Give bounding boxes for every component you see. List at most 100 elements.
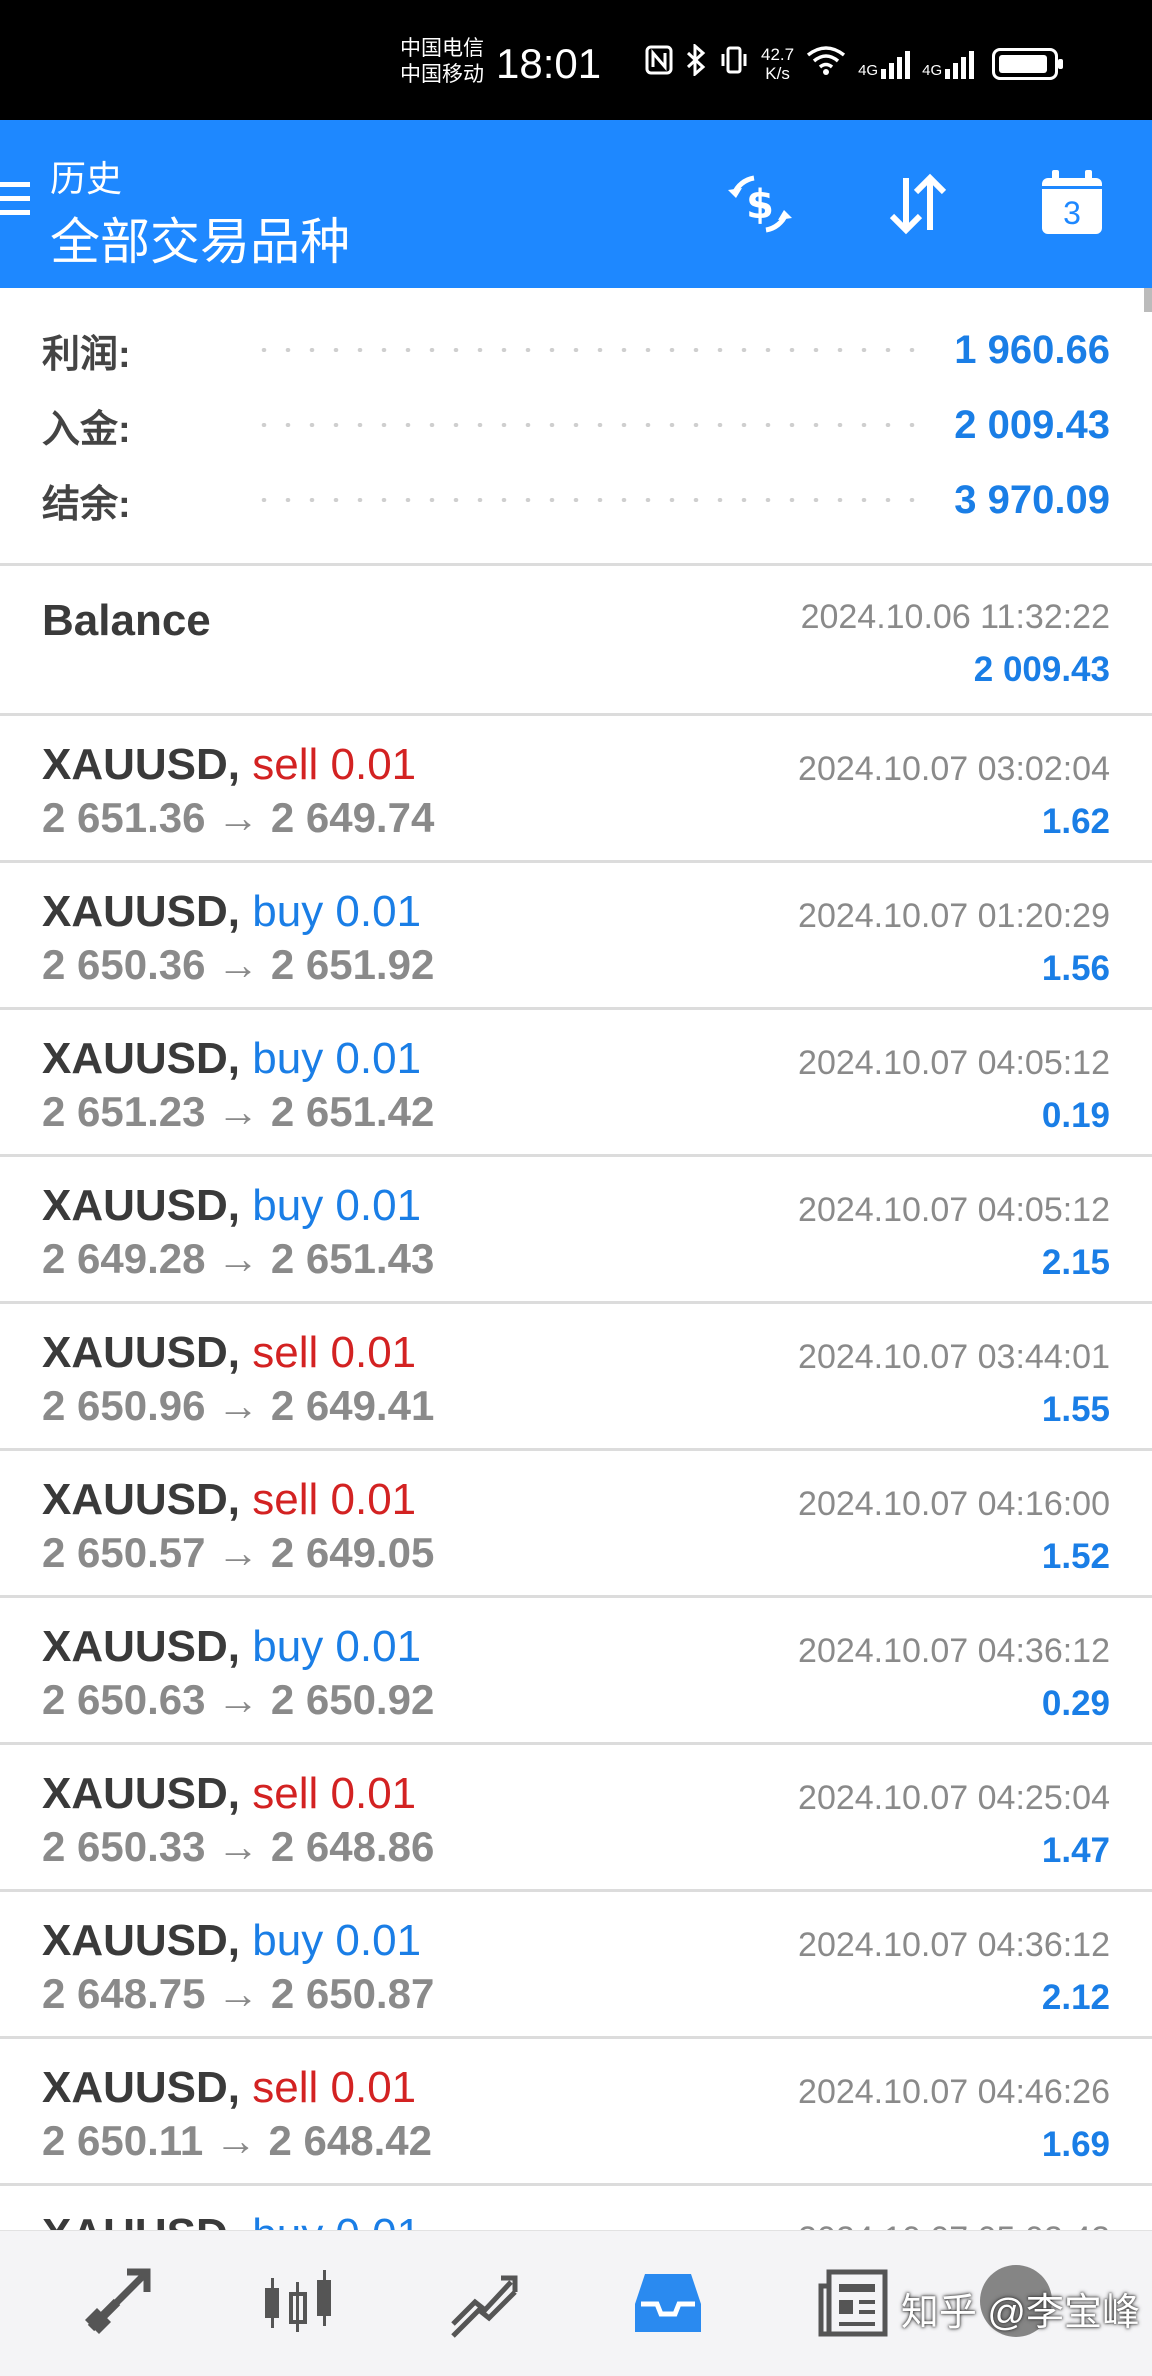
trade-time: 2024.10.07 04:16:00 — [798, 1485, 1110, 1523]
trade-profit: 0.19 — [1041, 1096, 1110, 1135]
trade-row[interactable]: XAUUSD, buy 0.01 2 651.23 → 2 651.42 202… — [0, 1010, 1152, 1157]
signal-1-icon: 4G — [858, 49, 911, 79]
trade-symbol: XAUUSD, buy 0.01 — [42, 1034, 422, 1083]
trade-profit: 1.52 — [1041, 1537, 1110, 1576]
trade-prices: 2 650.33 → 2 648.86 — [42, 1823, 435, 1870]
trade-time: 2024.10.07 05:02:42 — [798, 2220, 1110, 2230]
trade-row[interactable]: XAUUSD, sell 0.01 2 651.36 → 2 649.74 20… — [0, 716, 1152, 863]
menu-icon[interactable] — [0, 182, 30, 222]
trade-row[interactable]: XAUUSD, sell 0.01 2 650.33 → 2 648.86 20… — [0, 1745, 1152, 1892]
bluetooth-icon — [685, 42, 707, 84]
page-subtitle: 历史 — [50, 158, 123, 199]
vibrate-icon — [719, 45, 749, 83]
balance-label: 结余: — [42, 483, 131, 526]
summary-balance-row: 结余: 3 970.09 — [42, 470, 1110, 530]
quotes-icon — [85, 2268, 151, 2334]
scrollbar[interactable] — [1144, 288, 1152, 312]
trade-prices: 2 648.75 → 2 650.87 — [42, 1970, 435, 2017]
trade-symbol: XAUUSD, sell 0.01 — [42, 2063, 417, 2112]
trade-symbol: XAUUSD, sell 0.01 — [42, 1475, 417, 1524]
news-icon — [818, 2269, 888, 2337]
nav-news[interactable] — [812, 2261, 896, 2345]
battery-icon — [992, 48, 1064, 80]
trade-row[interactable]: XAUUSD, buy 0.01 2 650.36 → 2 651.92 202… — [0, 863, 1152, 1010]
carrier-labels: 中国电信 中国移动 — [400, 36, 484, 88]
balance-operation-label: Balance — [42, 596, 211, 645]
trade-symbol: XAUUSD, buy 0.01 — [42, 1916, 422, 1965]
trade-row[interactable]: XAUUSD, buy 0.01 2 650.63 → 2 650.92 202… — [0, 1598, 1152, 1745]
trade-time: 2024.10.07 04:46:26 — [798, 2073, 1110, 2111]
trade-time: 2024.10.07 04:25:04 — [798, 1779, 1110, 1817]
trade-side: buy 0.01 — [252, 1916, 422, 1965]
trade-symbol: XAUUSD, buy 0.01 — [42, 2210, 421, 2230]
trade-time: 2024.10.07 04:05:12 — [798, 1191, 1110, 1229]
trade-row[interactable]: XAUUSD, buy 0.01 2 648.75 → 2 650.87 202… — [0, 1892, 1152, 2039]
trade-icon — [451, 2275, 518, 2338]
trade-profit: 1.69 — [1041, 2125, 1110, 2164]
dotted-leader — [252, 423, 925, 427]
trade-row[interactable]: XAUUSD, sell 0.01 2 650.96 → 2 649.41 20… — [0, 1304, 1152, 1451]
sort-button[interactable] — [878, 164, 958, 244]
trade-profit: 1.56 — [1041, 949, 1110, 988]
trade-symbol: XAUUSD, sell 0.01 — [42, 1328, 417, 1377]
trade-prices: 2 650.57 → 2 649.05 — [42, 1529, 435, 1576]
trade-prices: 2 650.96 → 2 649.41 — [42, 1382, 435, 1429]
balance-operation-amount: 2 009.43 — [973, 650, 1110, 689]
history-inbox-icon — [635, 2274, 701, 2332]
dotted-leader — [252, 498, 925, 502]
calendar-day: 3 — [1063, 195, 1081, 231]
dotted-leader — [252, 348, 925, 352]
signal-2-icon: 4G — [922, 49, 975, 79]
trade-prices: 2 650.63 → 2 650.92 — [42, 1676, 435, 1723]
trade-prices: 2 651.23 → 2 651.42 — [42, 1088, 435, 1135]
trade-time: 2024.10.07 04:36:12 — [798, 1632, 1110, 1670]
balance-operation-time: 2024.10.06 11:32:22 — [800, 598, 1110, 636]
symbol-filter-title[interactable]: 全部交易品种 — [50, 202, 350, 274]
app-bar: 历史 全部交易品种 $ 3 — [0, 120, 1152, 288]
nav-history[interactable] — [626, 2261, 710, 2345]
calendar-button[interactable]: 3 — [1032, 164, 1112, 244]
trade-profit: 2.12 — [1041, 1978, 1110, 2017]
status-icons: 42.7 K/s 4G 4G — [645, 42, 1064, 84]
trade-profit: 1.55 — [1041, 1390, 1110, 1429]
balance-operation-row[interactable]: Balance 2024.10.06 11:32:22 2 009.43 — [0, 566, 1152, 716]
profit-value: 1 960.66 — [954, 327, 1110, 372]
summary-profit-row: 利润: 1 960.66 — [42, 320, 1110, 380]
network-speed: 42.7 K/s — [761, 45, 795, 83]
trade-side: sell 0.01 — [252, 740, 417, 789]
profit-label: 利润: — [42, 333, 131, 376]
nfc-icon — [645, 45, 673, 83]
trade-prices: 2 650.11 → 2 648.42 — [42, 2117, 432, 2164]
nav-trade[interactable] — [442, 2261, 526, 2345]
trade-symbol: XAUUSD, buy 0.01 — [42, 887, 422, 936]
deposit-value: 2 009.43 — [954, 402, 1110, 447]
trade-prices: 2 651.36 → 2 649.74 — [42, 794, 435, 841]
trade-side: sell 0.01 — [252, 1769, 417, 1818]
trade-row-partial[interactable]: XAUUSD, buy 0.01 2024.10.07 05:02:42 — [0, 2186, 1152, 2230]
trade-profit: 2.15 — [1041, 1243, 1110, 1282]
trade-row[interactable]: XAUUSD, sell 0.01 2 650.57 → 2 649.05 20… — [0, 1451, 1152, 1598]
nav-quotes[interactable] — [74, 2261, 158, 2345]
svg-text:$: $ — [746, 182, 774, 228]
trade-side: sell 0.01 — [252, 1475, 417, 1524]
trade-row[interactable]: XAUUSD, buy 0.01 2 649.28 → 2 651.43 202… — [0, 1157, 1152, 1304]
trade-side: buy 0.01 — [252, 1181, 422, 1230]
trade-time: 2024.10.07 01:20:29 — [798, 897, 1110, 935]
trade-prices: 2 650.36 → 2 651.92 — [42, 941, 435, 988]
trade-profit: 1.62 — [1041, 802, 1110, 841]
summary-deposit-row: 入金: 2 009.43 — [42, 395, 1110, 455]
trade-side: buy 0.01 — [252, 1622, 422, 1671]
wifi-icon — [806, 45, 846, 83]
trade-time: 2024.10.07 03:44:01 — [798, 1338, 1110, 1376]
watermark: 知乎 @李宝峰 — [900, 2292, 1140, 2334]
chart-candles-icon — [265, 2270, 331, 2332]
history-list: Balance 2024.10.06 11:32:22 2 009.43 XAU… — [0, 566, 1152, 2230]
bottom-navigation: 知乎 @李宝峰 — [0, 2230, 1152, 2376]
trade-row[interactable]: XAUUSD, sell 0.01 2 650.11 → 2 648.42 20… — [0, 2039, 1152, 2186]
deposit-filter-button[interactable]: $ — [720, 164, 800, 244]
trade-time: 2024.10.07 04:36:12 — [798, 1926, 1110, 1964]
trade-symbol: XAUUSD, buy 0.01 — [42, 1622, 422, 1671]
nav-chart[interactable] — [256, 2261, 340, 2345]
trade-symbol: XAUUSD, sell 0.01 — [42, 1769, 417, 1818]
trade-side: buy 0.01 — [252, 2210, 421, 2230]
